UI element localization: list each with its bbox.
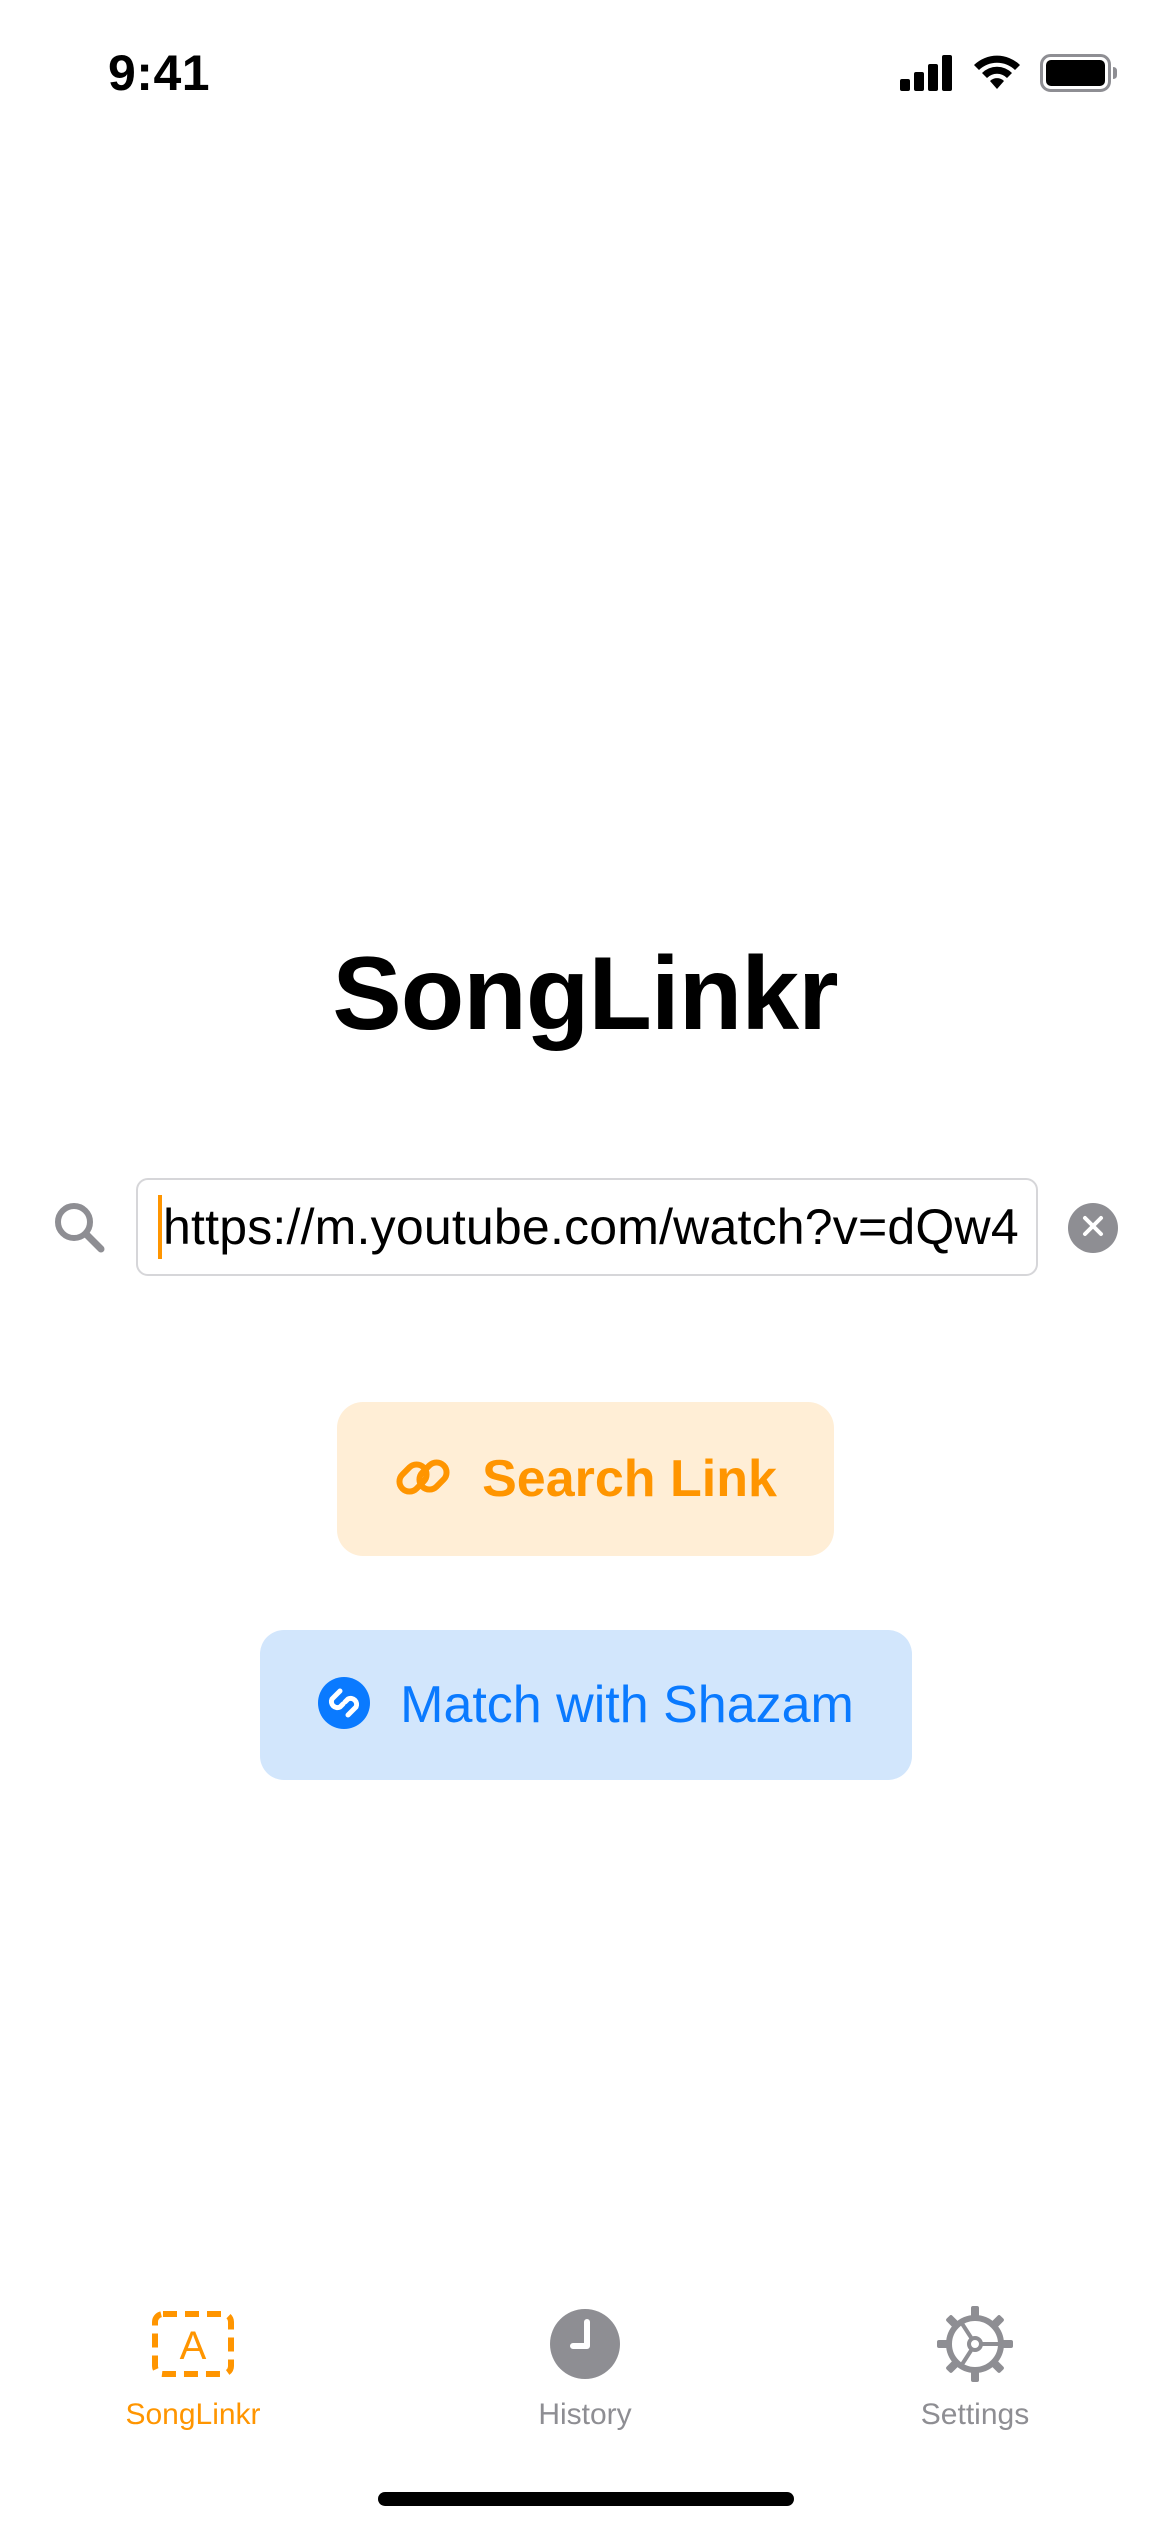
page-title: SongLinkr	[332, 936, 838, 1052]
gear-icon	[930, 2304, 1020, 2384]
app-store-tab-icon: A	[148, 2304, 238, 2384]
tab-songlinkr[interactable]: A SongLinkr	[63, 2280, 323, 2440]
xmark-icon	[1081, 1214, 1105, 1243]
magnifying-glass-icon	[52, 1200, 106, 1254]
wifi-icon	[972, 55, 1022, 96]
tab-history[interactable]: History	[455, 2280, 715, 2440]
clear-button[interactable]	[1068, 1203, 1118, 1253]
tab-settings[interactable]: Settings	[845, 2280, 1105, 2440]
status-bar: 9:41	[0, 0, 1170, 150]
search-link-button[interactable]: Search Link	[337, 1402, 834, 1556]
match-with-shazam-label: Match with Shazam	[400, 1676, 854, 1734]
tab-bar: A SongLinkr History Settings	[0, 2280, 1170, 2440]
search-link-label: Search Link	[482, 1450, 777, 1508]
tab-songlinkr-label: SongLinkr	[125, 2398, 261, 2431]
url-input[interactable]: https://m.youtube.com/watch?v=dQw4	[136, 1178, 1038, 1276]
url-input-value: https://m.youtube.com/watch?v=dQw4	[163, 1199, 1019, 1255]
status-icons	[900, 52, 1118, 98]
link-icon	[394, 1448, 452, 1511]
shazam-icon	[318, 1676, 371, 1734]
status-time: 9:41	[108, 45, 211, 101]
cellular-signal-icon	[900, 54, 954, 96]
battery-icon	[1040, 53, 1118, 97]
svg-text:A: A	[180, 2324, 207, 2368]
tab-history-label: History	[538, 2398, 632, 2431]
match-with-shazam-button[interactable]: Match with Shazam	[260, 1630, 912, 1780]
home-indicator	[378, 2492, 794, 2506]
tab-settings-label: Settings	[920, 2398, 1030, 2431]
clock-icon	[540, 2304, 630, 2384]
text-caret	[158, 1195, 162, 1259]
